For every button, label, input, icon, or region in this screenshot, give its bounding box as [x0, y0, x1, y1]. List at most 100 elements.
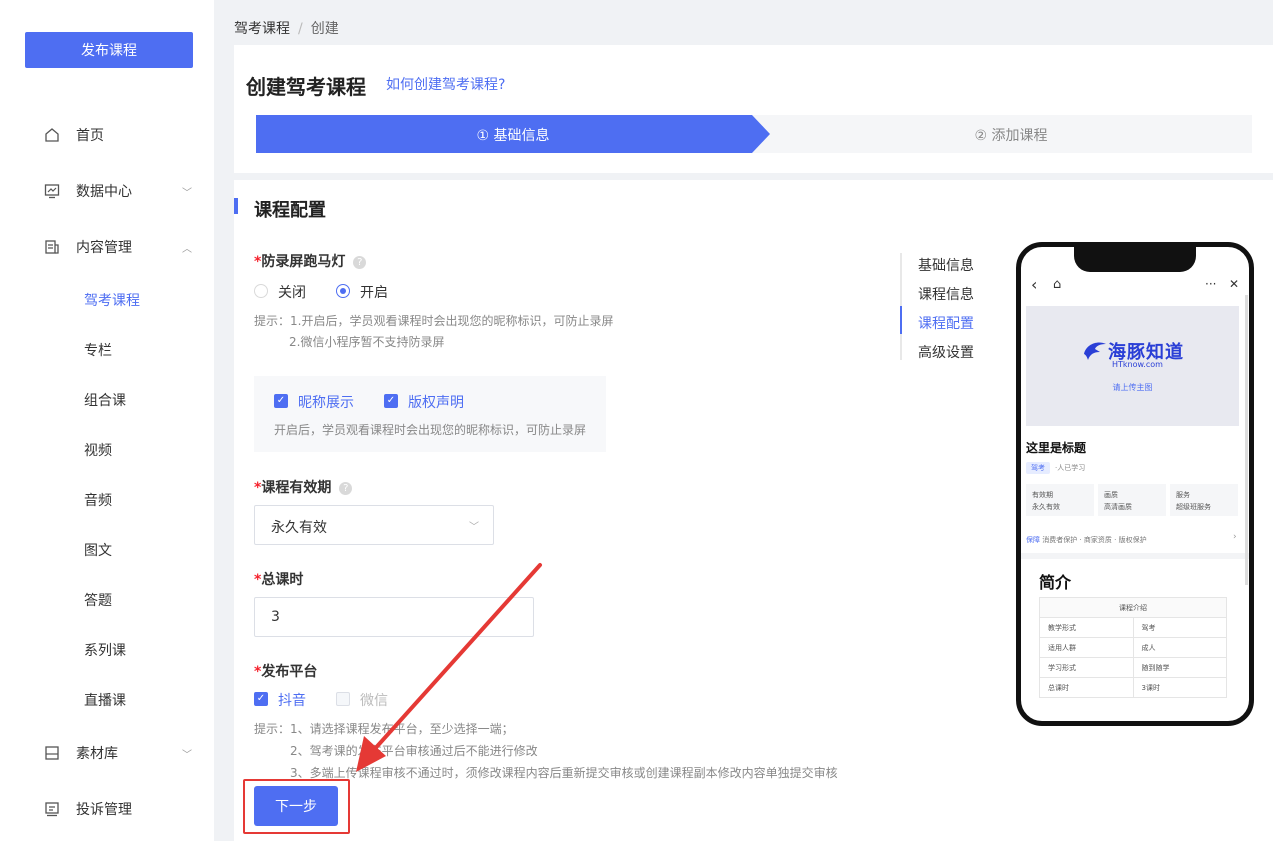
platform-hint-1: 提示：1、请选择课程发布平台，至少选择一端；: [254, 722, 514, 736]
preview-guarantee: 保障 消费者保护 · 商家资质 · 版权保护: [1026, 536, 1147, 544]
breadcrumb: 驾考课程 / 创建: [234, 18, 339, 38]
anchor-basic-info[interactable]: 基础信息: [918, 255, 974, 275]
phone-notch: [1074, 247, 1196, 272]
dolphin-icon: [1084, 342, 1106, 360]
total-lessons-value: 3: [271, 609, 280, 625]
step-add-course[interactable]: ② 添加课程: [770, 125, 1252, 145]
preview-scrollbar[interactable]: [1245, 295, 1248, 585]
sidebar-item-label: 投诉管理: [76, 802, 132, 818]
breadcrumb-parent[interactable]: 驾考课程: [234, 21, 290, 37]
chart-icon: [44, 184, 60, 199]
sidebar-subitem-bundle[interactable]: 组合课: [84, 390, 126, 410]
preview-intro-table: 课程介绍 教学形式 驾考 适用人群 成人 学习形式 随到随学 总课时 3课时: [1039, 597, 1227, 698]
sidebar-subitem-series[interactable]: 系列课: [84, 640, 126, 660]
sidebar-subitem-driving-course[interactable]: 驾考课程: [84, 290, 140, 310]
wechat-label[interactable]: 微信: [360, 690, 388, 710]
preview-divider: [1021, 553, 1249, 559]
breadcrumb-separator: /: [298, 21, 303, 37]
sidebar-subitem-quiz[interactable]: 答题: [84, 590, 112, 610]
chevron-right-icon: ›: [1233, 532, 1237, 542]
more-icon: ···: [1205, 277, 1217, 291]
radio-off[interactable]: [254, 284, 268, 298]
home-icon: [45, 128, 59, 142]
table-row: 教学形式 驾考: [1039, 617, 1227, 638]
copyright-label[interactable]: 版权声明: [408, 392, 464, 412]
sidebar-subitem-audio[interactable]: 音频: [84, 490, 112, 510]
sidebar-item-complaints[interactable]: 投诉管理: [0, 789, 214, 829]
radio-off-label[interactable]: 关闭: [278, 282, 306, 302]
sidebar-subitem-video[interactable]: 视频: [84, 440, 112, 460]
help-icon[interactable]: ?: [353, 255, 367, 269]
brand-logo: 海豚知道 HTknow.com: [1082, 338, 1184, 369]
sidebar-item-label: 数据中心: [76, 184, 132, 200]
marquee-box-hint: 开启后，学员观看课程时会出现您的昵称标识，可防止录屏: [274, 423, 587, 437]
sidebar-item-content-management[interactable]: 内容管理 ︿: [0, 227, 214, 267]
copyright-checkbox[interactable]: ✓: [384, 394, 398, 408]
sidebar-subitem-column[interactable]: 专栏: [84, 340, 112, 360]
chevron-down-icon: ﹀: [469, 522, 479, 533]
home-icon: ⌂: [1053, 277, 1062, 292]
sidebar-item-label: 首页: [76, 128, 104, 144]
help-icon[interactable]: ?: [339, 481, 353, 495]
nickname-label[interactable]: 昵称展示: [298, 392, 354, 412]
chevron-up-icon: ︿: [182, 243, 192, 255]
header-card: 创建驾考课程 如何创建驾考课程? ① 基础信息 ② 添加课程: [234, 45, 1273, 173]
sidebar-item-material[interactable]: 素材库 ﹀: [0, 733, 214, 773]
marquee-options-box: ✓ 昵称展示 ✓ 版权声明 开启后，学员观看课程时会出现您的昵称标识，可防止录屏: [254, 376, 606, 452]
page-title: 创建驾考课程: [246, 75, 366, 99]
douyin-checkbox[interactable]: ✓: [254, 692, 268, 706]
total-lessons-input[interactable]: 3: [254, 597, 534, 637]
chevron-down-icon: ﹀: [182, 187, 192, 199]
preview-tag: 驾考: [1026, 462, 1050, 474]
platform-label: *发布平台: [254, 664, 318, 680]
table-row: 学习形式 随到随学: [1039, 657, 1227, 678]
upload-tip: 请上传主图: [1112, 383, 1153, 392]
step-basic-info[interactable]: ① 基础信息: [256, 125, 770, 145]
phone-top-bar: ‹ ⌂ ··· ✕: [1021, 275, 1249, 299]
preview-intro-title: 简介: [1039, 573, 1072, 592]
breadcrumb-current: 创建: [310, 21, 339, 37]
phone-preview: ‹ ⌂ ··· ✕ 海豚知道 HTknow.com 请上传主图 这里是标题 驾考…: [1016, 242, 1254, 726]
anchor-active-indicator: [900, 306, 902, 334]
annotation-highlight-box: [243, 779, 350, 834]
table-row: 适用人群 成人: [1039, 637, 1227, 658]
cover-banner: 海豚知道 HTknow.com 请上传主图: [1026, 306, 1239, 426]
content-card: 课程配置 *防录屏跑马灯? 关闭 开启 提示：1.开启后，学员观看课程时会出现您…: [234, 180, 1273, 841]
preview-info-cells: 有效期 永久有效 画质 高清画质 服务 超级班服务: [1026, 484, 1238, 516]
steps-bar: ① 基础信息 ② 添加课程: [256, 115, 1252, 153]
sidebar-item-home[interactable]: 首页: [0, 115, 214, 155]
section-title: 课程配置: [254, 200, 326, 221]
total-lessons-label: *总课时: [254, 572, 304, 588]
table-row: 总课时 3课时: [1039, 677, 1227, 698]
anchor-advanced[interactable]: 高级设置: [918, 342, 974, 362]
back-icon: ‹: [1031, 275, 1038, 294]
sidebar: 发布课程 首页 数据中心 ﹀ 内容管理 ︿ 驾考课程 专栏 组合课 视频 音频 …: [0, 0, 214, 841]
document-icon: [45, 240, 59, 254]
validity-label: *课程有效期?: [254, 477, 353, 497]
sidebar-subitem-article[interactable]: 图文: [84, 540, 112, 560]
anchor-course-config[interactable]: 课程配置: [918, 313, 974, 333]
table-header: 课程介绍: [1039, 597, 1227, 618]
close-icon: ✕: [1229, 277, 1240, 291]
sidebar-item-label: 素材库: [76, 746, 118, 762]
validity-select[interactable]: 永久有效 ﹀: [254, 505, 494, 545]
radio-on-label[interactable]: 开启: [360, 282, 388, 302]
sidebar-item-label: 内容管理: [76, 240, 132, 256]
marquee-hint-1: 提示：1.开启后，学员观看课程时会出现您的昵称标识，可防止录屏: [254, 314, 614, 328]
radio-on[interactable]: [336, 284, 350, 298]
help-link[interactable]: 如何创建驾考课程?: [386, 74, 505, 94]
douyin-label[interactable]: 抖音: [278, 690, 306, 710]
wechat-checkbox[interactable]: [336, 692, 350, 706]
sidebar-item-data-center[interactable]: 数据中心 ﹀: [0, 171, 214, 211]
anchor-course-info[interactable]: 课程信息: [918, 284, 974, 304]
sidebar-subitem-live[interactable]: 直播课: [84, 690, 126, 710]
nickname-checkbox[interactable]: ✓: [274, 394, 288, 408]
publish-course-button[interactable]: 发布课程: [25, 32, 193, 68]
preview-cell: 有效期 永久有效: [1026, 484, 1094, 516]
platform-hint-3: 3、多端上传课程审核不通过时，须修改课程内容后重新提交审核或创建课程副本修改内容…: [290, 766, 838, 780]
marquee-label: *防录屏跑马灯?: [254, 251, 367, 271]
marquee-hint-2: 2.微信小程序暂不支持防录屏: [289, 335, 445, 349]
complaint-icon: [45, 802, 59, 817]
section-accent-bar: [234, 198, 238, 214]
preview-title: 这里是标题: [1026, 441, 1087, 455]
